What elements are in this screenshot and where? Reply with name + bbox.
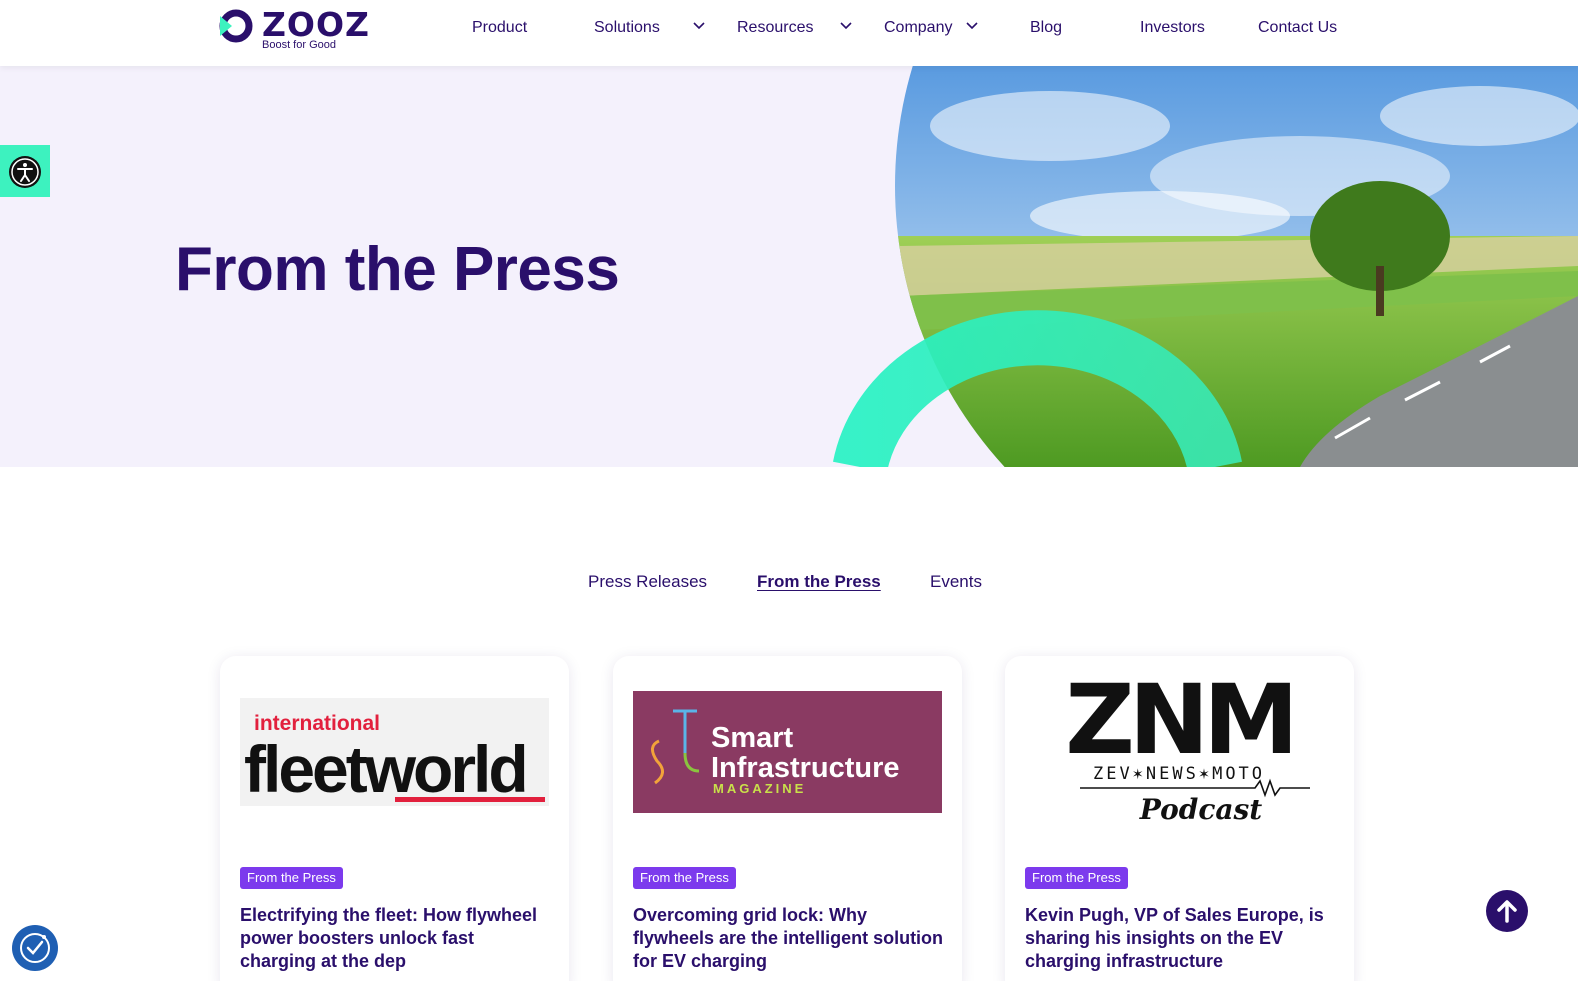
cookie-consent-button[interactable] <box>12 925 58 971</box>
site-header: ZOOZ Boost for Good Product Solutions Re… <box>0 0 1578 66</box>
nav-solutions[interactable]: Solutions <box>594 18 660 38</box>
logo-text: fleetworld <box>244 732 526 806</box>
press-card[interactable]: ZNM ZEV✶NEWS✶MOTO Podcast From the Press… <box>1005 656 1354 981</box>
card-title[interactable]: Kevin Pugh, VP of Sales Europe, is shari… <box>1025 904 1337 973</box>
fleetworld-logo: international fleetworld <box>240 698 549 806</box>
zooz-logo[interactable]: ZOOZ Boost for Good <box>218 6 378 56</box>
chevron-down-icon[interactable] <box>966 22 978 30</box>
logo-text: MAGAZINE <box>713 781 806 796</box>
logo-text: Podcast <box>1139 793 1263 826</box>
logo-tagline: Boost for Good <box>262 39 336 51</box>
arrow-up-icon <box>1497 900 1517 923</box>
logo-text: Infrastructure <box>711 752 900 784</box>
tab-press-releases[interactable]: Press Releases <box>588 572 707 592</box>
press-card[interactable]: Smart Infrastructure MAGAZINE From the P… <box>613 656 962 981</box>
accessibility-button[interactable] <box>0 145 50 197</box>
category-badge[interactable]: From the Press <box>240 867 343 889</box>
logo-mark-icon <box>219 9 253 43</box>
chevron-down-icon[interactable] <box>840 22 852 30</box>
card-title[interactable]: Electrifying the fleet: How flywheel pow… <box>240 904 552 973</box>
nav-product[interactable]: Product <box>472 18 527 38</box>
nav-resources[interactable]: Resources <box>737 18 813 38</box>
tab-from-the-press[interactable]: From the Press <box>757 572 881 592</box>
cookie-consent-icon <box>20 933 50 963</box>
press-card[interactable]: international fleetworld From the Press … <box>220 656 569 981</box>
logo-text: ZNM <box>1065 671 1292 776</box>
logo-text: ZEV✶NEWS✶MOTO <box>1093 764 1265 784</box>
category-badge[interactable]: From the Press <box>1025 867 1128 889</box>
logo-text: Smart <box>711 722 794 754</box>
nav-contact-us[interactable]: Contact Us <box>1258 18 1337 38</box>
accessibility-icon <box>9 156 41 188</box>
smart-infrastructure-logo: Smart Infrastructure MAGAZINE <box>633 691 942 813</box>
hero-section: From the Press <box>0 66 1578 467</box>
scroll-to-top-button[interactable] <box>1486 890 1528 932</box>
nav-investors[interactable]: Investors <box>1140 18 1205 38</box>
page-title: From the Press <box>175 235 620 304</box>
tab-events[interactable]: Events <box>930 572 982 592</box>
nav-blog[interactable]: Blog <box>1030 18 1062 38</box>
nav-company[interactable]: Company <box>884 18 952 38</box>
znm-podcast-logo: ZNM ZEV✶NEWS✶MOTO Podcast <box>1065 671 1310 826</box>
card-title[interactable]: Overcoming grid lock: Why flywheels are … <box>633 904 945 973</box>
chevron-down-icon[interactable] <box>693 22 705 30</box>
category-badge[interactable]: From the Press <box>633 867 736 889</box>
